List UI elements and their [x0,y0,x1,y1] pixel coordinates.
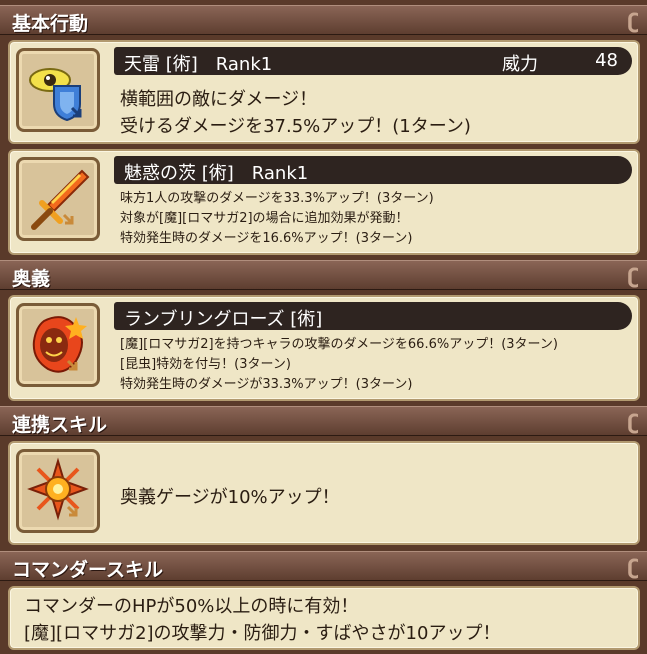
skill-title-bar: ランブリングローズ [術] [114,302,632,330]
section-header-link: 連携スキル ʗ [0,406,647,436]
section-title-commander: コマンダースキル [12,559,164,581]
skill-title-bar: 魅惑の茨 [術] Rank1 [114,156,632,184]
skill-detail-panel: 基本行動 ʗ 天雷 [術] Rank1 威力 48 横範囲の敵にダメージ！ 受け… [0,0,647,654]
flaming-sword-icon [31,169,90,230]
skill-desc-line: 味方1人の攻撃のダメージを33.3%アップ！(3ターン) [120,191,434,206]
skill-desc-line: 対象が[魔][ロマサガ2]の場合に追加効果が発動！ [120,211,409,226]
skill-icon-frame [16,48,100,132]
section-title-basic: 基本行動 [12,13,89,35]
commander-desc-line: コマンダーのHPが50%以上の時に有効！ [24,596,359,617]
skill-icon-frame [16,449,100,533]
sun-burst-icon [27,457,89,521]
skill-card-link[interactable]: 奥義ゲージが10%アップ！ [8,441,640,545]
skill-card-tenrai[interactable]: 天雷 [術] Rank1 威力 48 横範囲の敵にダメージ！ 受けるダメージを3… [8,40,640,144]
skill-icon-frame [16,157,100,241]
skill-desc-line: 横範囲の敵にダメージ！ [120,89,318,110]
section-header-basic: 基本行動 ʗ [0,5,647,35]
skill-title-bar: 天雷 [術] Rank1 威力 48 [114,47,632,75]
swirl-ornament-icon: ʗ [627,9,639,33]
skill-desc-line: 特効発生時のダメージが33.3%アップ！(3ターン) [120,377,413,392]
power-value: 48 [595,50,618,71]
commander-desc-line: [魔][ロマサガ2]の攻撃力・防御力・すばやさが10アップ！ [24,623,501,644]
section-header-ougi: 奥義 ʗ [0,260,647,290]
skill-card-miwaku[interactable]: 魅惑の茨 [術] Rank1 味方1人の攻撃のダメージを33.3%アップ！(3タ… [8,149,640,255]
power-label: 威力 [502,54,538,75]
link-skill-desc: 奥義ゲージが10%アップ！ [120,487,340,508]
swirl-ornament-icon: ʗ [627,555,639,579]
skill-icon-frame [16,303,100,387]
section-header-commander: コマンダースキル ʗ [0,551,647,581]
skill-desc-line: [昆虫]特効を付与！(3ターン) [120,357,291,372]
skill-desc-line: 受けるダメージを37.5%アップ！(1ターン) [120,116,471,137]
skill-title: 魅惑の茨 [術] Rank1 [124,163,309,184]
swirl-ornament-icon: ʗ [627,410,639,434]
skill-card-commander[interactable]: コマンダーのHPが50%以上の時に有効！ [魔][ロマサガ2]の攻撃力・防御力・… [8,586,640,650]
section-title-ougi: 奥義 [12,268,51,290]
skill-card-ougi[interactable]: ランブリングローズ [術] [魔][ロマサガ2]を持つキャラの攻撃のダメージを6… [8,295,640,401]
section-title-link: 連携スキル [12,414,108,436]
fire-demon-icon [32,316,87,373]
skill-desc-line: [魔][ロマサガ2]を持つキャラの攻撃のダメージを66.6%アップ！(3ターン) [120,337,558,352]
skill-desc-line: 特効発生時のダメージを16.6%アップ！(3ターン) [120,231,413,246]
skill-title: ランブリングローズ [術] [124,309,323,330]
eye-shield-icon [29,68,82,122]
swirl-ornament-icon: ʗ [627,264,639,288]
skill-title: 天雷 [術] Rank1 [124,54,273,75]
